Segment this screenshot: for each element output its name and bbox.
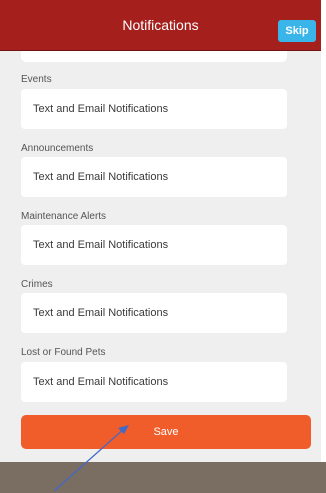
- field-value-announcements: Text and Email Notifications: [33, 171, 169, 183]
- field-value-maintenance-alerts: Text and Email Notifications: [33, 239, 169, 251]
- previous-field-remnant[interactable]: [21, 51, 287, 62]
- field-lost-or-found-pets[interactable]: Text and Email Notifications: [21, 362, 287, 402]
- section-label-events: Events: [21, 74, 52, 85]
- field-crimes[interactable]: Text and Email Notifications: [21, 293, 287, 333]
- field-value-crimes: Text and Email Notifications: [33, 307, 169, 319]
- section-label-crimes: Crimes: [21, 279, 53, 290]
- header-bar: Notifications Skip: [0, 0, 321, 51]
- field-events[interactable]: Text and Email Notifications: [21, 89, 287, 129]
- section-label-announcements: Announcements: [21, 143, 94, 154]
- save-button[interactable]: Save: [21, 415, 311, 449]
- footer-bar: [0, 462, 326, 493]
- skip-button[interactable]: Skip: [278, 20, 316, 42]
- scroll-gutter: [321, 0, 326, 462]
- field-maintenance-alerts[interactable]: Text and Email Notifications: [21, 225, 287, 265]
- notification-settings-list[interactable]: Events Text and Email Notifications Anno…: [0, 51, 321, 461]
- field-value-lost-or-found-pets: Text and Email Notifications: [33, 376, 169, 388]
- field-announcements[interactable]: Text and Email Notifications: [21, 157, 287, 197]
- field-value-events: Text and Email Notifications: [33, 103, 169, 115]
- page-title: Notifications: [122, 17, 199, 33]
- section-label-lost-or-found-pets: Lost or Found Pets: [21, 347, 106, 358]
- section-label-maintenance-alerts: Maintenance Alerts: [21, 211, 107, 222]
